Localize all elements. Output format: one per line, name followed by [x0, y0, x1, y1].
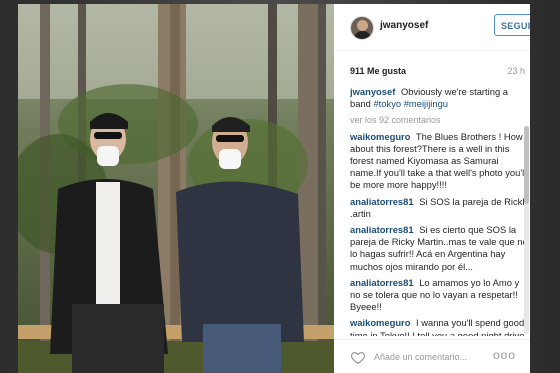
- comment-username[interactable]: waikomeguro: [350, 317, 410, 328]
- post-caption: jwanyosef Obviously we're starting a ban…: [350, 86, 528, 110]
- add-comment-input[interactable]: Añade un comentario...: [374, 352, 467, 362]
- hashtag-tokyo[interactable]: #tokyo: [373, 98, 401, 109]
- post-modal: jwanyosef SEGUIR 911 Me gusta 23 h jwany…: [18, 4, 530, 373]
- comment-username[interactable]: analiatorres81: [350, 277, 414, 288]
- likes-count[interactable]: 911 Me gusta: [350, 66, 406, 76]
- comments-scrollbar[interactable]: [524, 126, 529, 334]
- comment-username[interactable]: analiatorres81: [350, 224, 414, 235]
- scrollbar-thumb[interactable]: [524, 126, 529, 204]
- post-footer: Añade un comentario... ooo: [334, 339, 530, 373]
- post-header: jwanyosef SEGUIR: [334, 4, 530, 51]
- caption-username[interactable]: jwanyosef: [350, 86, 395, 97]
- username-link[interactable]: jwanyosef: [380, 20, 428, 31]
- comment-username[interactable]: analiatorres81: [350, 196, 414, 207]
- comment-item: analiatorres81 Lo amamos yo lo Amo y no …: [350, 277, 528, 314]
- follow-button[interactable]: SEGUIR: [494, 14, 530, 36]
- post-time: 23 h: [507, 66, 525, 76]
- comment-item: analiatorres81 Si SOS la pareja de Rickh…: [350, 196, 528, 220]
- heart-icon[interactable]: [350, 350, 366, 364]
- likes-row: 911 Me gusta 23 h: [350, 66, 525, 80]
- view-all-comments-link[interactable]: ver los 92 comentarios: [350, 114, 528, 126]
- user-avatar[interactable]: [350, 16, 374, 40]
- comment-item: waikomeguro The Blues Brothers ! How abo…: [350, 131, 528, 192]
- post-photo-illustration: [18, 4, 334, 373]
- ellipsis-icon[interactable]: ooo: [493, 348, 516, 362]
- comment-username[interactable]: waikomeguro: [350, 131, 410, 142]
- post-photo: [18, 4, 334, 373]
- comment-item: waikomeguro I wanna you'll spend good ti…: [350, 317, 528, 336]
- comment-item: analiatorres81 Si es cierto que SOS la p…: [350, 224, 528, 273]
- hashtag-meijijingu[interactable]: #meijijingu: [404, 98, 448, 109]
- comments-list: jwanyosef Obviously we're starting a ban…: [350, 86, 528, 336]
- post-side-panel: jwanyosef SEGUIR 911 Me gusta 23 h jwany…: [334, 4, 530, 373]
